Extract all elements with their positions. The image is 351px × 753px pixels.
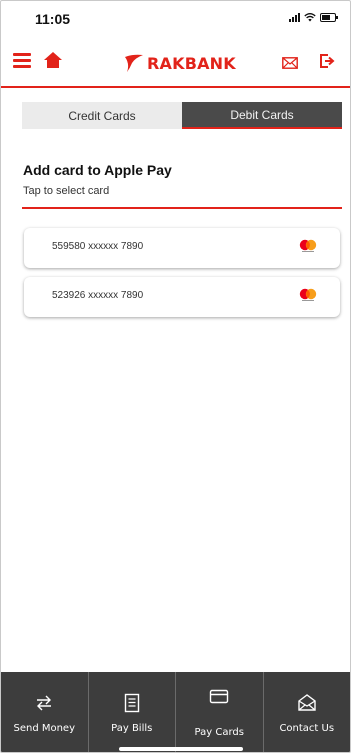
card-number: 523926 xxxxxx 7890 xyxy=(52,290,144,301)
brand-name: RAKBANK xyxy=(147,53,236,73)
mastercard-icon xyxy=(299,239,317,252)
status-time: 11:05 xyxy=(35,11,71,27)
tab-credit-cards[interactable]: Credit Cards xyxy=(22,102,182,129)
nav-send-money[interactable]: Send Money xyxy=(1,672,89,752)
nav-label: Pay Cards xyxy=(194,727,244,738)
card-item[interactable]: 559580 xxxxxx 7890 xyxy=(24,228,340,268)
nav-pay-cards[interactable]: Pay Cards xyxy=(176,672,264,752)
app-header: RAKBANK xyxy=(1,41,350,87)
mastercard-icon xyxy=(299,288,317,301)
nav-contact-us[interactable]: Contact Us xyxy=(264,672,351,752)
section-subtitle: Tap to select card xyxy=(23,185,110,197)
signal-icon xyxy=(289,12,300,22)
status-icons xyxy=(289,12,338,22)
card-list: 559580 xxxxxx 7890 523926 xxxxxx 7890 xyxy=(24,228,340,326)
brand-logo: RAKBANK xyxy=(123,53,236,73)
battery-icon xyxy=(320,12,338,22)
app-screen: 11:05 RAKBANK Credit Cards Debit Cards A… xyxy=(0,0,351,753)
logout-icon[interactable] xyxy=(319,52,335,70)
wifi-icon xyxy=(304,13,316,22)
menu-icon[interactable] xyxy=(13,53,31,69)
tab-debit-cards[interactable]: Debit Cards xyxy=(182,102,342,129)
bill-icon xyxy=(124,693,139,713)
envelope-icon xyxy=(298,694,316,711)
section-divider xyxy=(22,207,342,209)
transfer-icon xyxy=(37,695,52,711)
home-icon[interactable] xyxy=(43,51,63,69)
card-item[interactable]: 523926 xxxxxx 7890 xyxy=(24,277,340,317)
nav-label: Pay Bills xyxy=(111,723,153,734)
nav-label: Contact Us xyxy=(279,723,335,734)
nav-label: Send Money xyxy=(13,723,76,734)
rakbank-logo-mark-icon xyxy=(125,54,143,72)
card-type-tabs: Credit Cards Debit Cards xyxy=(22,102,342,129)
section-title: Add card to Apple Pay xyxy=(23,162,172,178)
card-icon xyxy=(210,689,229,704)
bottom-nav: Send Money Pay Bills Pay Cards Contact U… xyxy=(1,672,351,752)
status-bar: 11:05 xyxy=(1,1,350,35)
home-indicator[interactable] xyxy=(119,747,243,751)
header-divider xyxy=(1,86,350,88)
mail-icon[interactable] xyxy=(282,57,298,69)
card-number: 559580 xxxxxx 7890 xyxy=(52,241,144,252)
nav-pay-bills[interactable]: Pay Bills xyxy=(89,672,176,752)
